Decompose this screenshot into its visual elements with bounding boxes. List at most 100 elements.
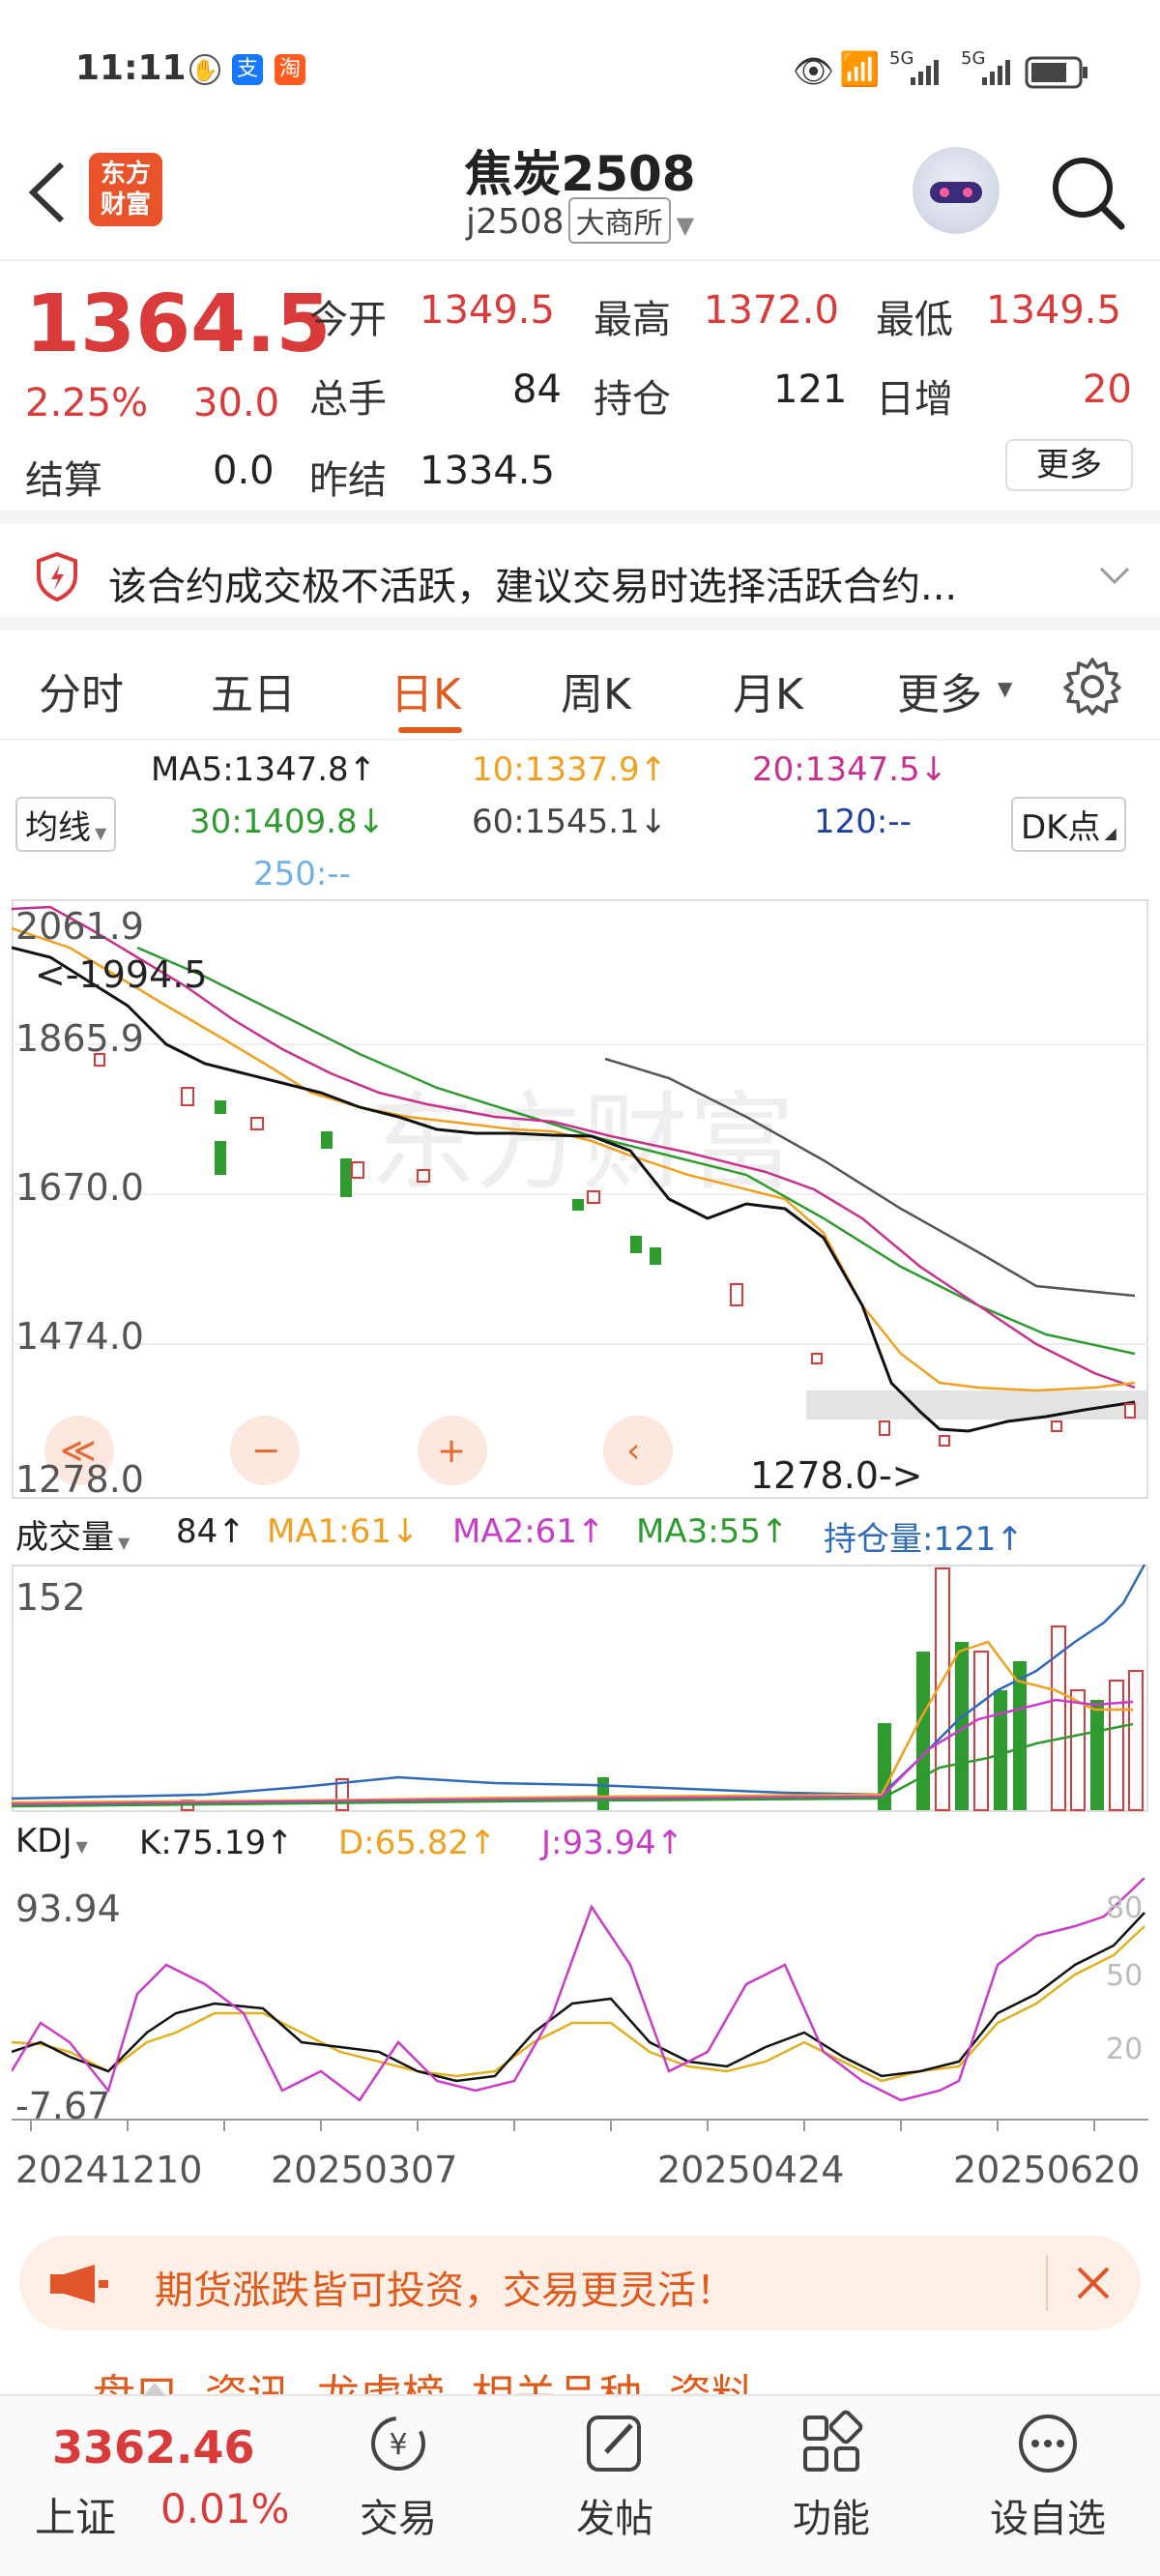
- nav-post[interactable]: 发帖: [537, 2396, 692, 2543]
- detail-tabs-peek[interactable]: 盘口 资讯 龙虎榜 相关品种 资料: [93, 2367, 1059, 2394]
- dk-point-label: DK点: [1021, 808, 1101, 847]
- volume-ma1: MA1:61↓: [267, 1512, 420, 1551]
- battery-icon: [1025, 56, 1088, 89]
- expand-up-icon[interactable]: [143, 2383, 166, 2396]
- kline-ytick-4: 1278.0: [15, 1458, 144, 1501]
- open-label: 今开: [309, 298, 387, 342]
- date-label-1: 20250307: [271, 2149, 458, 2191]
- high-value: 1372.0: [704, 288, 839, 333]
- quote-panel: 1364.5 2.25% 30.0 结算 0.0 今开 1349.5 最高 13…: [0, 263, 1160, 524]
- inactive-warning[interactable]: 该合约成交极不活跃，建议交易时选择活跃合约...: [0, 526, 1160, 630]
- grid-functions-icon: [803, 2410, 863, 2472]
- promo-banner[interactable]: 期货涨跌皆可投资，交易更灵活！: [19, 2236, 1141, 2330]
- dk-point-dropdown[interactable]: DK点 ◢: [1011, 797, 1126, 852]
- index-percent: 0.01%: [160, 2485, 290, 2532]
- open-interest-value: 121: [773, 367, 848, 412]
- ma-dropdown[interactable]: 均线 ▼: [15, 797, 117, 852]
- settle-value: 0.0: [213, 449, 275, 493]
- settle-label: 结算: [25, 458, 102, 503]
- kdj-dropdown-label: KDJ: [15, 1822, 72, 1860]
- ma30-value: 30:1409.8↓: [189, 803, 386, 841]
- kdj-chart[interactable]: [12, 1878, 1148, 2139]
- more-button[interactable]: 更多: [1005, 439, 1133, 491]
- nav-trade-label: 交易: [360, 2497, 437, 2541]
- nav-functions[interactable]: 功能: [754, 2396, 909, 2543]
- volume-chart[interactable]: [12, 1565, 1148, 1812]
- nav-trade[interactable]: ¥ 交易: [321, 2396, 476, 2543]
- contract-code: j2508: [465, 202, 565, 242]
- warning-text: 该合约成交极不活跃，建议交易时选择活跃合约...: [108, 565, 958, 609]
- kdj-k-value: K:75.19↑: [139, 1824, 294, 1862]
- ma-dropdown-label: 均线: [25, 808, 91, 847]
- kdj-ref-80: 80: [1106, 1891, 1144, 1925]
- volume-label: 总手: [309, 377, 387, 422]
- high-marker: <-1994.5: [35, 953, 208, 996]
- high-label: 最高: [594, 298, 671, 342]
- shield-alert-icon: [37, 551, 77, 601]
- low-value: 1349.5: [986, 288, 1121, 333]
- volume-dropdown-label: 成交量: [15, 1518, 114, 1557]
- change-percent: 2.25%: [25, 381, 149, 425]
- kline-ytick-0: 2061.9: [15, 905, 144, 948]
- more-caret-icon: ▼: [998, 677, 1013, 700]
- open-interest-label: 持仓: [594, 377, 671, 422]
- prev-settle-value: 1334.5: [420, 449, 555, 493]
- kdj-j-value: J:93.94↑: [541, 1824, 684, 1862]
- header: 东方 财富 焦炭2508 j2508 大商所 ▼: [0, 135, 1160, 261]
- ma250-value: 250:--: [253, 855, 351, 893]
- tab-five-day[interactable]: 五日: [211, 659, 296, 721]
- promo-divider: [1046, 2255, 1048, 2311]
- app-notification-icon: ✋: [189, 54, 220, 85]
- ma60-value: 60:1545.1↓: [472, 803, 668, 841]
- low-label: 最低: [876, 298, 953, 342]
- settings-gear-icon[interactable]: [1061, 656, 1123, 717]
- kline-ytick-3: 1474.0: [15, 1315, 144, 1358]
- ma120-value: 120:--: [814, 803, 912, 841]
- kdj-ref-50: 50: [1106, 1959, 1144, 1993]
- megaphone-icon: [50, 2265, 108, 2303]
- kline-ytick-1: 1865.9: [15, 1017, 144, 1060]
- expand-chevron-icon[interactable]: [1098, 565, 1131, 586]
- index-value[interactable]: 3362.46: [52, 2421, 255, 2474]
- last-price: 1364.5: [25, 278, 332, 370]
- kdj-legend: KDJ ▼ K:75.19↑ D:65.82↑ J:93.94↑: [12, 1818, 1148, 1874]
- volume-dropdown[interactable]: 成交量 ▼: [15, 1508, 130, 1560]
- period-tabs: 分时 五日 日K 周K 月K 更多 ▼: [0, 634, 1160, 741]
- volume-ma3: MA3:55↑: [636, 1512, 789, 1551]
- search-icon[interactable]: [1048, 153, 1127, 232]
- kdj-d-value: D:65.82↑: [338, 1824, 497, 1862]
- close-icon[interactable]: [1073, 2263, 1114, 2303]
- prev-settle-label: 昨结: [309, 458, 387, 503]
- active-tab-indicator: [398, 727, 462, 733]
- kdj-ymin: -7.67: [15, 2085, 111, 2127]
- promo-text: 期货涨跌皆可投资，交易更灵活！: [155, 2269, 735, 2313]
- tab-weekly-k[interactable]: 周K: [561, 659, 631, 721]
- svg-text:−: −: [251, 1431, 280, 1471]
- tab-minute[interactable]: 分时: [39, 659, 124, 721]
- assistant-robot-icon[interactable]: [913, 147, 1000, 234]
- kline-ytick-2: 1670.0: [15, 1166, 144, 1209]
- index-name: 上证: [35, 2494, 117, 2541]
- bottom-bar: 3362.46 上证 0.01% ¥ 交易 发帖 功能 设自选: [0, 2383, 1160, 2576]
- chevron-down-icon: ▼: [676, 212, 695, 239]
- svg-text:¥: ¥: [389, 2428, 407, 2462]
- tab-monthly-k[interactable]: 月K: [733, 659, 803, 721]
- volume-ma2: MA2:61↑: [452, 1512, 605, 1551]
- svg-text:+: +: [437, 1431, 466, 1471]
- tab-more[interactable]: 更多: [897, 659, 982, 721]
- more-dots-icon: [1019, 2415, 1077, 2473]
- nav-add-watchlist-label: 设自选: [990, 2497, 1106, 2541]
- alipay-icon: 支: [232, 54, 263, 85]
- open-value: 1349.5: [420, 288, 555, 333]
- volume-ymax: 152: [15, 1576, 86, 1619]
- wifi-icon: 📶: [839, 50, 881, 89]
- date-label-2: 20250424: [657, 2149, 845, 2191]
- kdj-dropdown[interactable]: KDJ ▼: [15, 1820, 88, 1862]
- date-label-0: 20241210: [15, 2149, 203, 2191]
- ma10-value: 10:1337.9↑: [472, 750, 668, 789]
- kdj-ref-20: 20: [1106, 2033, 1144, 2066]
- eye-icon: 👁: [793, 52, 835, 91]
- nav-add-watchlist[interactable]: 设自选: [971, 2396, 1125, 2543]
- tab-daily-k[interactable]: 日K: [391, 659, 461, 721]
- exchange-badge: 大商所: [567, 197, 671, 244]
